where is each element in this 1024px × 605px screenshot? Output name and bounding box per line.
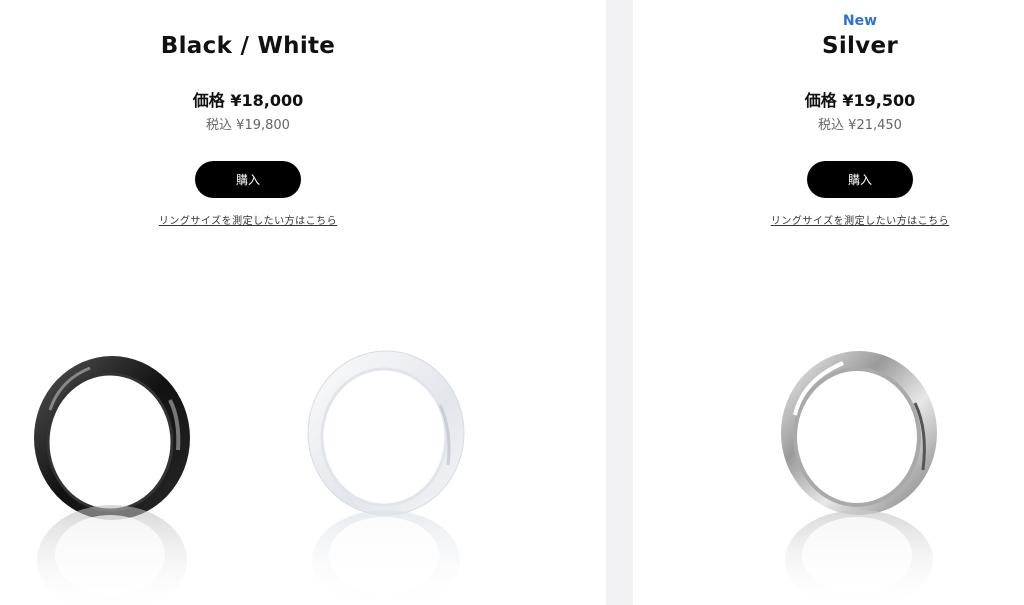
product-title: Black / White xyxy=(160,33,336,59)
product-title: Silver xyxy=(821,33,899,59)
product-price: 価格 ¥18,000 xyxy=(192,91,304,110)
product-card-silver: New Silver 価格 ¥19,500 税込 ¥21,450 購入 リングサ… xyxy=(633,0,1024,605)
ring-size-link[interactable]: リングサイズを測定したい方はこちら xyxy=(633,212,1024,227)
product-info: Black / White 価格 ¥18,000 税込 ¥19,800 購入 リ… xyxy=(0,0,496,240)
buy-button[interactable]: 購入 xyxy=(807,161,913,198)
ring-size-link[interactable]: リングサイズを測定したい方はこちら xyxy=(0,212,496,227)
white-ring-image xyxy=(307,350,465,605)
product-card-black-white: Black / White 価格 ¥18,000 税込 ¥19,800 購入 リ… xyxy=(0,0,606,605)
product-info: New Silver 価格 ¥19,500 税込 ¥21,450 購入 リングサ… xyxy=(633,0,1024,240)
new-badge: New xyxy=(842,13,878,29)
product-tax-price: 税込 ¥19,800 xyxy=(206,118,290,133)
product-price: 価格 ¥19,500 xyxy=(804,91,916,110)
silver-ring-image xyxy=(781,351,937,605)
product-tax-price: 税込 ¥21,450 xyxy=(818,118,902,133)
buy-button[interactable]: 購入 xyxy=(195,161,301,198)
black-ring-image xyxy=(34,356,190,605)
